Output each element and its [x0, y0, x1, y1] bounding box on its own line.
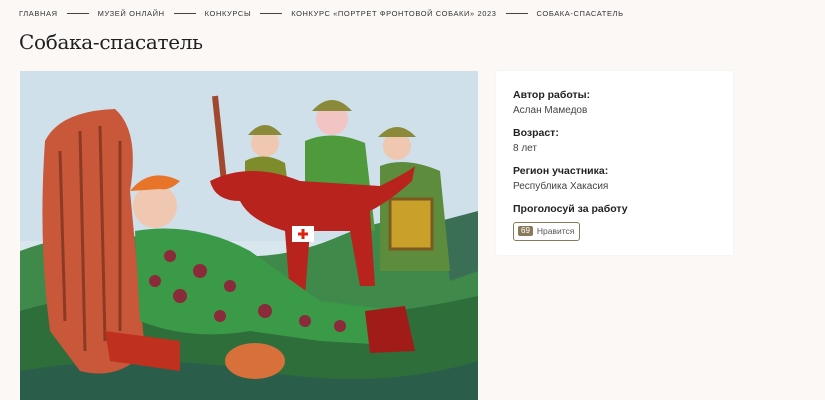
breadcrumb-separator	[260, 12, 283, 14]
author-value: Аслан Мамедов	[513, 105, 588, 116]
breadcrumb: ГЛАВНАЯ МУЗЕЙ ОНЛАЙН КОНКУРСЫ КОНКУРС «П…	[19, 8, 624, 18]
like-label: Нравится	[536, 226, 575, 236]
breadcrumb-home[interactable]: ГЛАВНАЯ	[19, 9, 58, 18]
like-count-badge: 69	[518, 226, 533, 236]
breadcrumb-separator	[173, 12, 196, 14]
region-value: Республика Хакасия	[513, 181, 609, 192]
breadcrumb-museum-online[interactable]: МУЗЕЙ ОНЛАЙН	[98, 9, 165, 18]
author-label: Автор работы:	[513, 89, 591, 101]
breadcrumb-current: СОБАКА-СПАСАТЕЛЬ	[536, 8, 624, 18]
breadcrumb-contest[interactable]: КОНКУРС «ПОРТРЕТ ФРОНТОВОЙ СОБАКИ» 2023	[291, 9, 496, 18]
vote-label: Проголосуй за работу	[513, 203, 628, 215]
breadcrumb-contests[interactable]: КОНКУРСЫ	[205, 9, 252, 18]
page-title: Собака-спасатель	[19, 30, 203, 54]
breadcrumb-separator	[66, 12, 89, 14]
artwork-info-card: Автор работы: Аслан Мамедов Возраст: 8 л…	[496, 71, 733, 255]
breadcrumb-separator	[505, 12, 528, 14]
age-value: 8 лет	[513, 143, 537, 154]
age-label: Возраст:	[513, 127, 559, 139]
like-button[interactable]: 69 Нравится	[513, 221, 581, 241]
region-label: Регион участника:	[513, 165, 609, 177]
artwork-image[interactable]	[20, 71, 478, 400]
artwork-drawing	[20, 71, 478, 400]
